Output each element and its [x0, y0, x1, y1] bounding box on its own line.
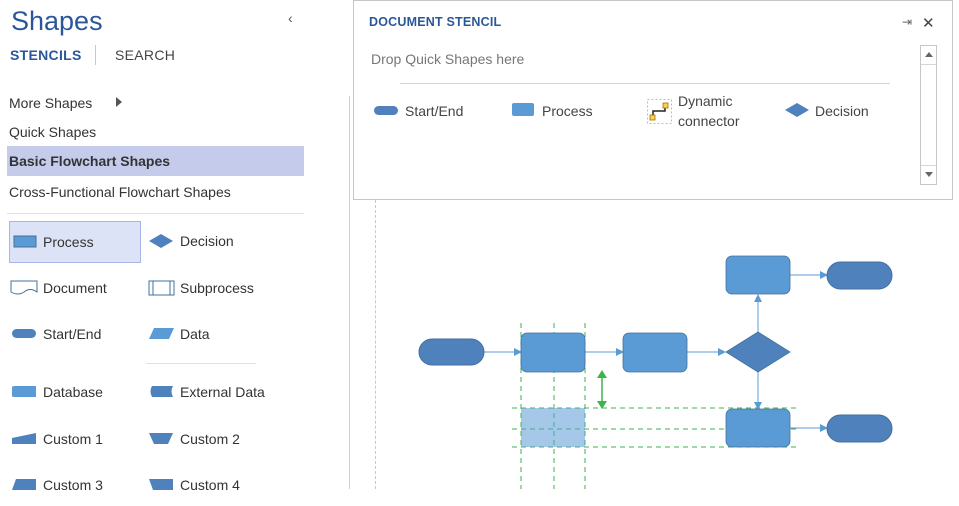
stencil-dynamic-connector[interactable]: Dynamic connector: [646, 92, 776, 132]
shape-label: Process: [43, 234, 94, 250]
shape-label: Data: [180, 326, 210, 342]
close-icon[interactable]: ✕: [922, 14, 935, 32]
process-icon: [512, 103, 534, 116]
shape-custom-4[interactable]: Custom 4: [146, 466, 286, 506]
stencil-cross-functional[interactable]: Cross-Functional Flowchart Shapes: [9, 180, 231, 204]
stencil-start-end[interactable]: Start/End: [372, 102, 492, 124]
shapes-pane: Shapes ‹ STENCILS SEARCH More Shapes Qui…: [0, 0, 318, 493]
shape-label: Custom 4: [180, 477, 240, 493]
divider: [146, 363, 256, 364]
start-end-icon: [374, 106, 398, 115]
flow-decision[interactable]: [725, 331, 791, 373]
stencil-process[interactable]: Process: [510, 102, 620, 124]
flow-process-top[interactable]: [725, 255, 791, 295]
shape-subprocess[interactable]: Subprocess: [146, 269, 286, 309]
stencil-scrollbar[interactable]: [920, 45, 937, 185]
document-stencil-panel: DOCUMENT STENCIL ⇥ ✕ Drop Quick Shapes h…: [353, 0, 953, 200]
shape-database[interactable]: Database: [9, 373, 141, 413]
start-end-icon: [12, 329, 36, 338]
dynamic-connector-icon: [647, 99, 672, 124]
document-icon: [10, 280, 38, 295]
more-shapes-menu[interactable]: More Shapes: [9, 91, 92, 115]
process-icon: [13, 235, 37, 248]
shape-custom-3[interactable]: Custom 3: [9, 466, 141, 506]
shape-label: Database: [43, 384, 103, 400]
chevron-right-icon: [116, 97, 122, 107]
shape-label: Subprocess: [180, 280, 254, 296]
shape-custom-2[interactable]: Custom 2: [146, 420, 286, 460]
shape-label: Custom 1: [43, 431, 103, 447]
shape-decision[interactable]: Decision: [146, 222, 286, 262]
shape-process[interactable]: Process: [9, 221, 141, 263]
stencil-title: DOCUMENT STENCIL: [369, 15, 502, 29]
shape-label: Decision: [180, 233, 234, 249]
flow-end-terminator-top[interactable]: [826, 261, 893, 290]
shape-custom-1[interactable]: Custom 1: [9, 420, 141, 460]
stencil-basic-flowchart[interactable]: Basic Flowchart Shapes: [7, 146, 304, 176]
drop-quick-shapes-hint: Drop Quick Shapes here: [371, 51, 525, 67]
collapse-pane-icon[interactable]: ‹: [288, 10, 293, 26]
shape-label: Start/End: [43, 326, 102, 342]
shape-start-end[interactable]: Start/End: [9, 315, 141, 355]
scroll-down-icon[interactable]: [921, 165, 936, 184]
flow-process-2[interactable]: [622, 332, 688, 373]
data-icon: [149, 328, 174, 339]
stencil-decision[interactable]: Decision: [783, 102, 903, 124]
stencil-quick-shapes[interactable]: Quick Shapes: [9, 120, 96, 144]
flowchart-diagram[interactable]: [318, 200, 959, 489]
tab-divider: [95, 45, 96, 65]
decision-icon: [149, 234, 173, 248]
custom-1-icon: [12, 433, 36, 444]
pin-icon[interactable]: ⇥: [902, 15, 912, 29]
stencil-item-label: Start/End: [405, 103, 464, 119]
tab-stencils[interactable]: STENCILS: [10, 47, 82, 63]
divider: [7, 213, 304, 214]
shape-document[interactable]: Document: [9, 269, 141, 309]
database-icon: [12, 386, 36, 397]
spacing-arrow-up: [597, 370, 607, 378]
flow-process-bottom[interactable]: [725, 408, 791, 448]
flow-end-terminator-bottom[interactable]: [826, 414, 893, 443]
shape-label: Document: [43, 280, 107, 296]
stencil-item-label: Decision: [815, 103, 869, 119]
flow-process-1[interactable]: [520, 332, 586, 373]
tab-search[interactable]: SEARCH: [115, 47, 175, 63]
scroll-up-icon[interactable]: [921, 46, 936, 65]
shape-label: Custom 3: [43, 477, 103, 493]
custom-3-icon: [12, 479, 36, 490]
external-data-icon: [150, 386, 173, 397]
decision-icon: [785, 103, 809, 117]
custom-2-icon: [149, 433, 173, 444]
divider: [400, 83, 890, 84]
shapes-pane-title: Shapes: [11, 6, 103, 36]
drag-preview-process: [521, 408, 585, 447]
custom-4-icon: [149, 479, 173, 490]
shape-data[interactable]: Data: [146, 315, 286, 355]
shape-external-data[interactable]: External Data: [146, 373, 286, 413]
flow-start-terminator[interactable]: [418, 338, 485, 366]
stencil-item-label-line2: connector: [678, 113, 740, 129]
shape-label: Custom 2: [180, 431, 240, 447]
subprocess-icon: [148, 280, 175, 296]
stencil-item-label: Process: [542, 103, 593, 119]
shape-label: External Data: [180, 384, 265, 400]
stencil-item-label-line1: Dynamic: [678, 93, 733, 109]
